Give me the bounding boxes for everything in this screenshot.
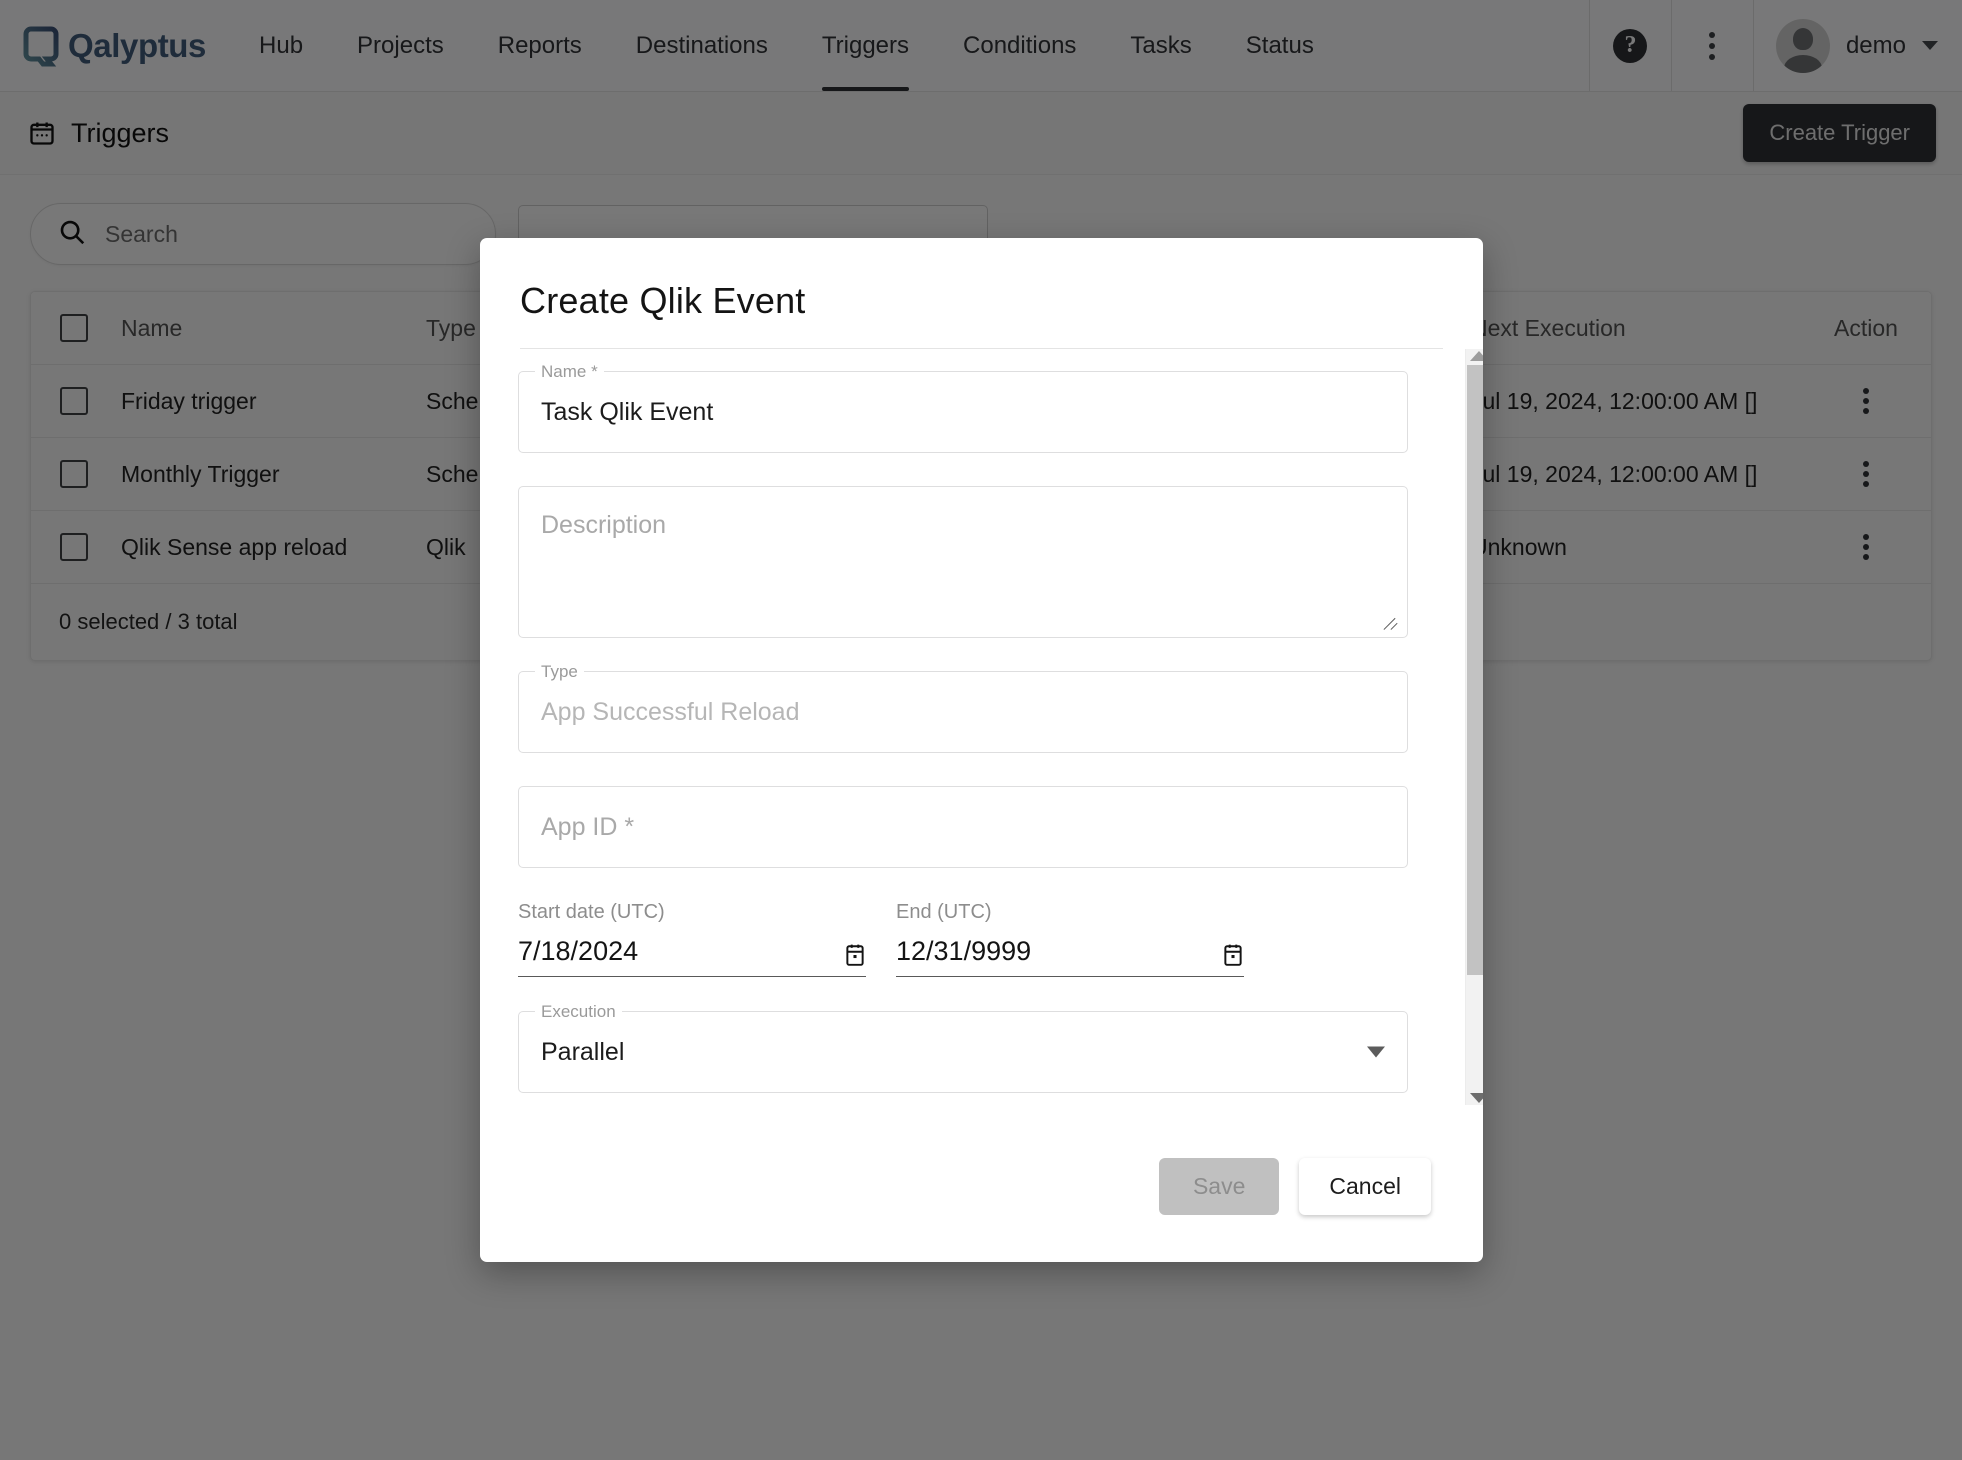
- resize-handle-icon[interactable]: [1384, 615, 1400, 631]
- execution-value: Parallel: [541, 1037, 625, 1066]
- calendar-picker-icon[interactable]: [844, 943, 866, 967]
- scroll-up-arrow-icon[interactable]: [1469, 351, 1483, 361]
- calendar-picker-icon[interactable]: [1222, 943, 1244, 967]
- start-date-value: 7/18/2024: [518, 936, 639, 966]
- create-qlik-event-dialog: Create Qlik Event Name * Task Qlik Event…: [480, 238, 1483, 1262]
- end-date-value: 12/31/9999: [896, 936, 1032, 966]
- scrollbar-thumb[interactable]: [1467, 365, 1483, 975]
- end-date-field[interactable]: End (UTC) 12/31/9999: [896, 901, 1244, 977]
- end-date-label: End (UTC): [896, 901, 992, 923]
- dialog-footer: Save Cancel: [480, 1130, 1483, 1262]
- save-button[interactable]: Save: [1158, 1157, 1280, 1215]
- date-range-row: Start date (UTC) 7/18/2024 End (UTC) 12/…: [518, 901, 1408, 977]
- start-date-label: Start date (UTC): [518, 901, 665, 923]
- name-field-label: Name *: [535, 361, 604, 383]
- dialog-scrollbar[interactable]: [1465, 349, 1483, 1105]
- cancel-button[interactable]: Cancel: [1299, 1157, 1431, 1215]
- dialog-body: Name * Task Qlik Event Description Type …: [480, 349, 1483, 1130]
- name-field-value: Task Qlik Event: [541, 397, 714, 426]
- description-field[interactable]: Description: [518, 486, 1408, 638]
- execution-select[interactable]: Execution Parallel: [518, 1001, 1408, 1093]
- type-field-label: Type: [535, 661, 584, 683]
- execution-label: Execution: [535, 1001, 622, 1023]
- dialog-title: Create Qlik Event: [520, 280, 806, 321]
- app-id-field[interactable]: App ID *: [518, 786, 1408, 868]
- description-placeholder: Description: [541, 511, 667, 539]
- name-field[interactable]: Name * Task Qlik Event: [518, 361, 1408, 453]
- app-id-placeholder: App ID *: [541, 812, 635, 841]
- type-field: Type App Successful Reload: [518, 661, 1408, 753]
- form-fields: Name * Task Qlik Event Description Type …: [518, 361, 1408, 1093]
- type-field-value: App Successful Reload: [541, 697, 800, 726]
- start-date-field[interactable]: Start date (UTC) 7/18/2024: [518, 901, 866, 977]
- chevron-down-icon[interactable]: [1367, 1046, 1385, 1058]
- scroll-down-arrow-icon[interactable]: [1469, 1093, 1483, 1103]
